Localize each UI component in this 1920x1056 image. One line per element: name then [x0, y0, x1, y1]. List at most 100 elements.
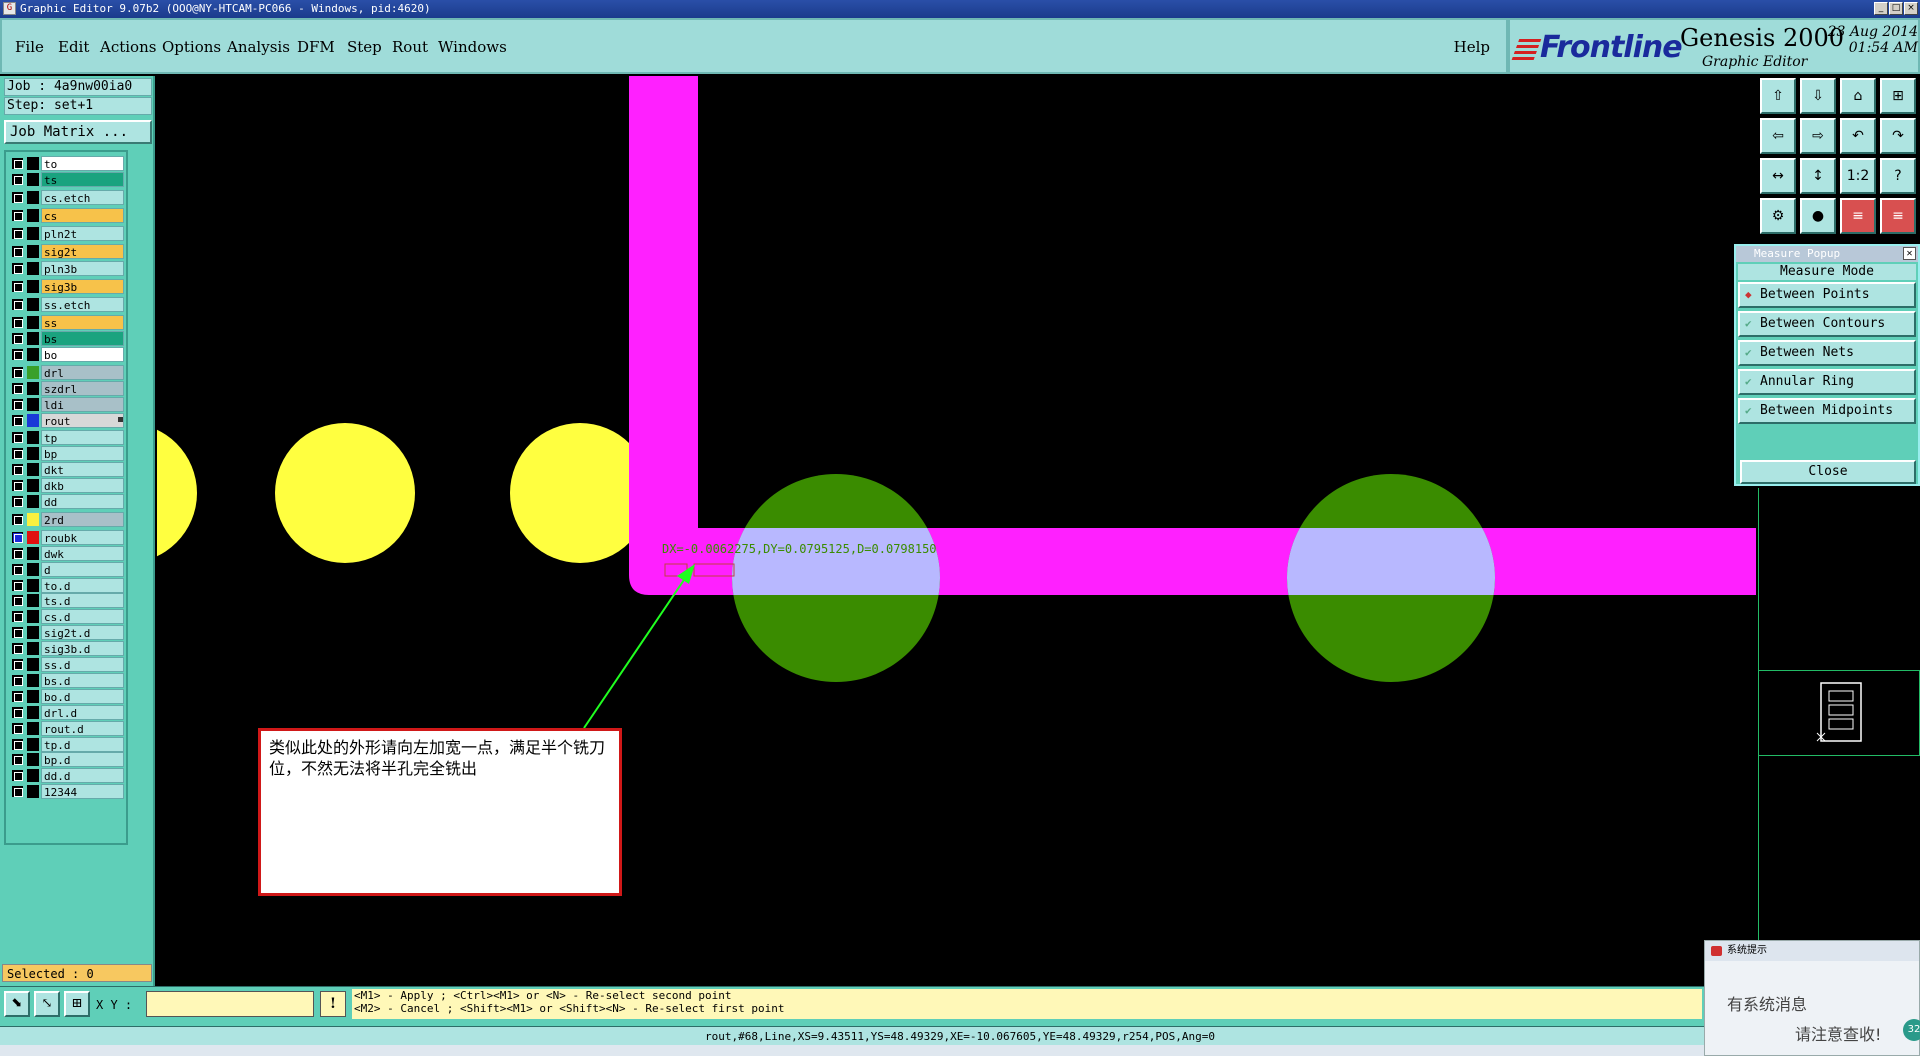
- layer-name[interactable]: bo.d: [41, 688, 124, 704]
- grid-tool-icon[interactable]: ⊞: [64, 991, 90, 1017]
- fit-horizontal-icon[interactable]: ↔: [1760, 158, 1796, 194]
- layer-checkbox[interactable]: [12, 643, 23, 655]
- layer-name[interactable]: drl: [41, 364, 124, 380]
- layer-row[interactable]: to.d: [8, 577, 126, 593]
- layer-checkbox[interactable]: [12, 398, 23, 410]
- measure-option[interactable]: ◆ Between Points: [1738, 282, 1916, 308]
- undo-view-icon[interactable]: ↶: [1840, 118, 1876, 154]
- layer-row[interactable]: szdrl: [8, 380, 126, 396]
- layer-name[interactable]: ts: [41, 171, 124, 187]
- menu-actions[interactable]: Actions: [100, 38, 156, 56]
- layer-row[interactable]: sig3b: [8, 279, 126, 295]
- layer-name[interactable]: rout: [41, 412, 124, 428]
- layer-checkbox[interactable]: [12, 611, 23, 623]
- layer-row[interactable]: sig3b.d: [8, 641, 126, 657]
- layer-row[interactable]: d: [8, 561, 126, 577]
- layer-checkbox[interactable]: [12, 531, 23, 543]
- layer-row[interactable]: ts.d: [8, 593, 126, 609]
- layer-checkbox[interactable]: [12, 366, 23, 378]
- layer-name[interactable]: bs.d: [41, 672, 124, 688]
- layer-name[interactable]: tp: [41, 430, 124, 446]
- layer-name[interactable]: ss.d: [41, 657, 124, 672]
- layer-row[interactable]: bo.d: [8, 688, 126, 704]
- measure-option[interactable]: ✔ Between Contours: [1738, 311, 1916, 337]
- layer-checkbox[interactable]: [12, 496, 23, 507]
- layer-row[interactable]: roubk: [8, 529, 126, 545]
- mini-map[interactable]: [1758, 670, 1920, 756]
- layer-row[interactable]: bp.d: [8, 752, 126, 768]
- net-highlight-icon[interactable]: ≡: [1840, 198, 1876, 234]
- layer-name[interactable]: bp: [41, 446, 124, 462]
- menu-dfm[interactable]: DFM: [297, 38, 335, 56]
- layer-checkbox[interactable]: [12, 348, 23, 360]
- measure-option[interactable]: ✔ Annular Ring: [1738, 369, 1916, 395]
- layer-checkbox[interactable]: [12, 480, 23, 492]
- close-window-button[interactable]: ×: [1904, 2, 1918, 15]
- maximize-button[interactable]: □: [1889, 2, 1903, 15]
- layer-checkbox[interactable]: [12, 770, 23, 782]
- minimize-button[interactable]: _: [1874, 2, 1888, 15]
- menu-rout[interactable]: Rout: [392, 38, 428, 56]
- layer-name[interactable]: sig2t.d: [41, 625, 124, 641]
- layer-checkbox[interactable]: [12, 448, 23, 460]
- layer-checkbox[interactable]: [12, 263, 23, 275]
- layer-row[interactable]: dkt: [8, 462, 126, 478]
- layer-name[interactable]: roubk: [41, 529, 124, 545]
- layer-name[interactable]: cs: [41, 207, 124, 223]
- pan-left-icon[interactable]: ⇦: [1760, 118, 1796, 154]
- layer-checkbox[interactable]: [12, 722, 23, 734]
- menu-analysis[interactable]: Analysis: [227, 38, 290, 56]
- window-split-icon[interactable]: ⊞: [1880, 78, 1916, 114]
- layer-name[interactable]: dkb: [41, 478, 124, 494]
- net-compare-icon[interactable]: ≡: [1880, 198, 1916, 234]
- layer-row[interactable]: bp: [8, 446, 126, 462]
- layer-checkbox[interactable]: [12, 563, 23, 575]
- layer-name[interactable]: bo: [41, 346, 124, 362]
- layer-name[interactable]: ss.etch: [41, 297, 124, 313]
- layer-checkbox[interactable]: [12, 245, 23, 257]
- layer-checkbox[interactable]: [12, 209, 23, 221]
- layer-name[interactable]: dkt: [41, 462, 124, 478]
- layer-up-icon[interactable]: ⇧: [1760, 78, 1796, 114]
- layer-name[interactable]: ss: [41, 315, 124, 331]
- layer-row[interactable]: 2rd: [8, 511, 126, 527]
- layer-checkbox[interactable]: [12, 659, 23, 670]
- menu-help[interactable]: Help: [1454, 38, 1490, 56]
- layer-row[interactable]: pln3b: [8, 261, 126, 277]
- layer-name[interactable]: ldi: [41, 396, 124, 412]
- layer-name[interactable]: sig3b.d: [41, 641, 124, 657]
- layer-row[interactable]: drl.d: [8, 704, 126, 720]
- layer-row[interactable]: ss.d: [8, 657, 126, 672]
- layer-checkbox[interactable]: [12, 227, 23, 239]
- layer-checkbox[interactable]: [12, 191, 23, 203]
- layer-row[interactable]: ss: [8, 315, 126, 331]
- menu-options[interactable]: Options: [162, 38, 221, 56]
- layer-checkbox[interactable]: [12, 464, 23, 476]
- layer-name[interactable]: bp.d: [41, 752, 124, 768]
- layer-checkbox[interactable]: [12, 786, 23, 798]
- layer-name[interactable]: sig3b: [41, 279, 124, 295]
- layer-row[interactable]: dwk: [8, 545, 126, 561]
- layer-name[interactable]: ts.d: [41, 593, 124, 609]
- measure-close-button[interactable]: Close: [1740, 460, 1916, 484]
- layer-row[interactable]: tp.d: [8, 736, 126, 752]
- snap-icon[interactable]: ⚙: [1760, 198, 1796, 234]
- close-icon[interactable]: ✕: [1903, 247, 1916, 260]
- layer-row[interactable]: sig2t: [8, 243, 126, 259]
- measure-option[interactable]: ✔ Between Nets: [1738, 340, 1916, 366]
- layer-row[interactable]: cs.etch: [8, 189, 126, 205]
- layer-checkbox[interactable]: [12, 432, 23, 444]
- layer-name[interactable]: dd.d: [41, 768, 124, 784]
- layer-checkbox[interactable]: [12, 547, 23, 559]
- layer-name[interactable]: dd: [41, 494, 124, 509]
- layer-checkbox[interactable]: [12, 579, 23, 591]
- layer-name[interactable]: sig2t: [41, 243, 124, 259]
- layer-checkbox[interactable]: [12, 738, 23, 750]
- layer-name[interactable]: d: [41, 561, 124, 577]
- fit-vertical-icon[interactable]: ↕: [1800, 158, 1836, 194]
- layer-row[interactable]: cs.d: [8, 609, 126, 625]
- home-icon[interactable]: ⌂: [1840, 78, 1876, 114]
- layer-checkbox[interactable]: [12, 299, 23, 311]
- redo-view-icon[interactable]: ↷: [1880, 118, 1916, 154]
- layer-checkbox[interactable]: [12, 627, 23, 639]
